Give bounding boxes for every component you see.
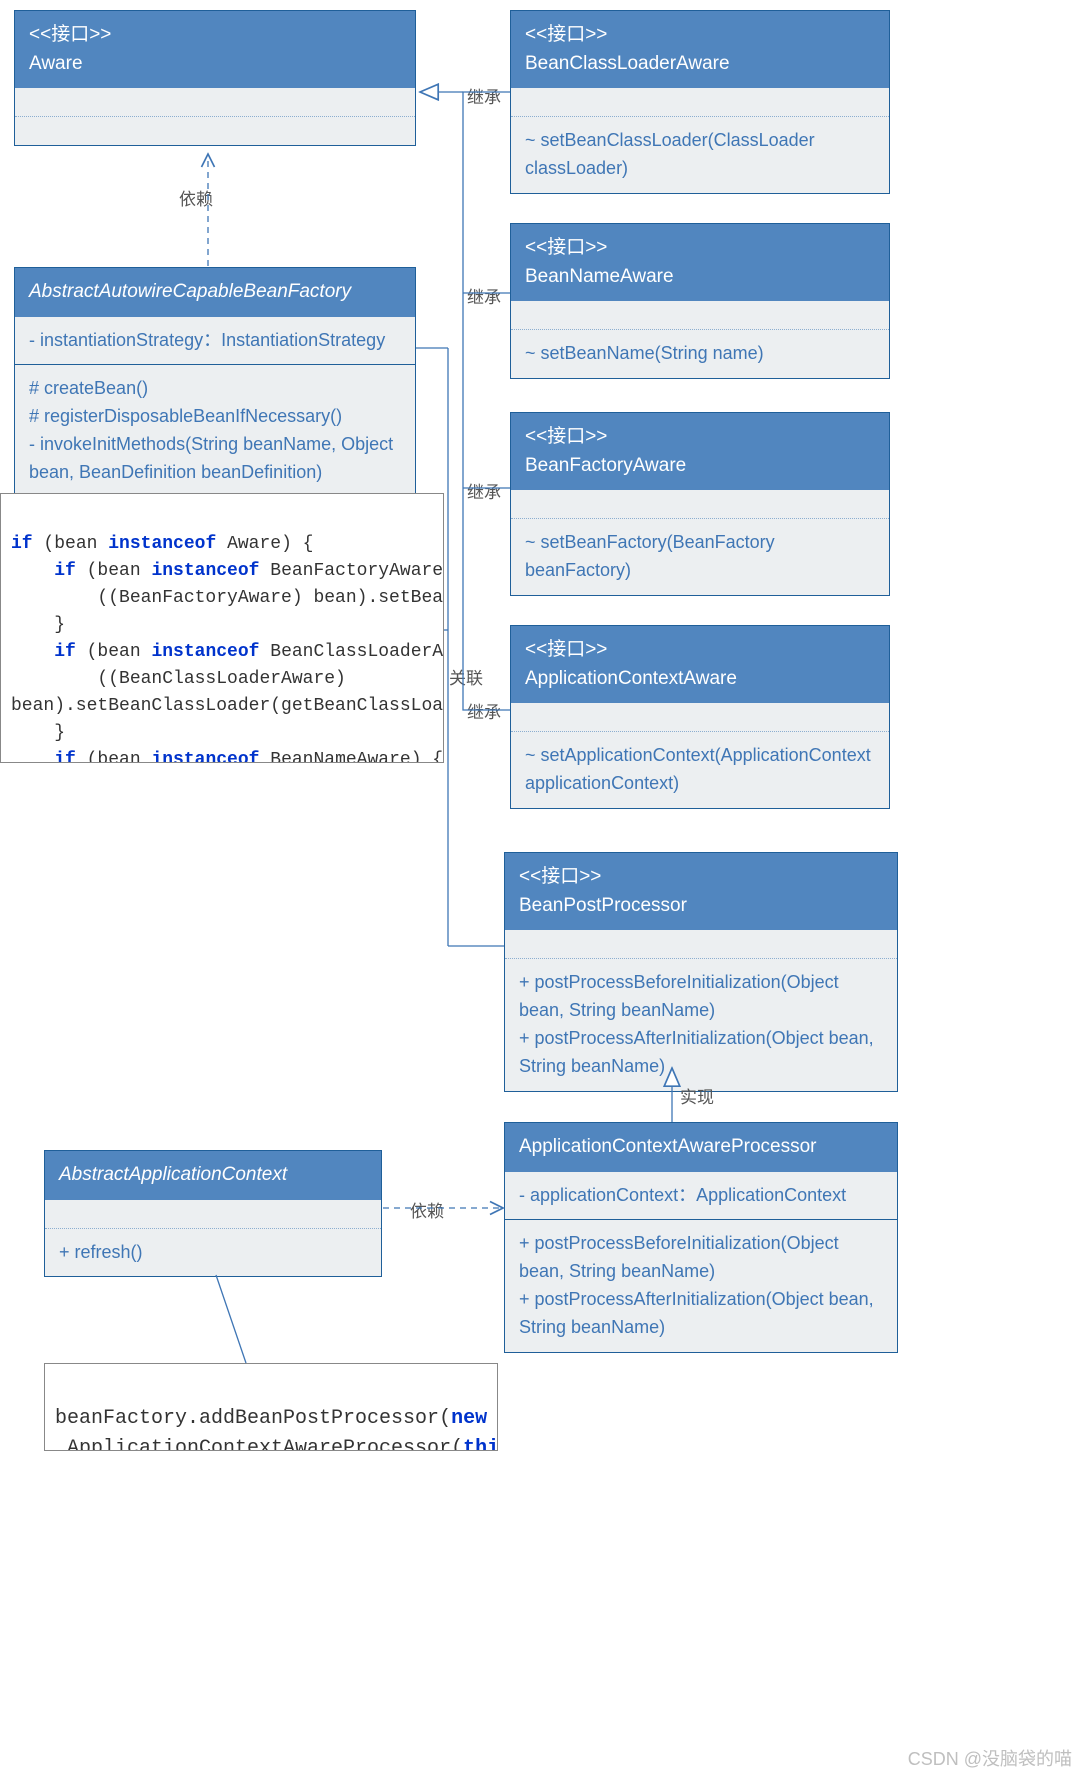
header: ApplicationContextAwareProcessor — [505, 1123, 897, 1172]
methods: + postProcessBeforeInitialization(Object… — [505, 1220, 897, 1352]
header: <<接口>> BeanFactoryAware — [511, 413, 889, 490]
class-name: ApplicationContextAwareProcessor — [519, 1136, 816, 1157]
stereotype: <<接口>> — [519, 863, 883, 892]
stereotype: <<接口>> — [29, 21, 401, 50]
methods: ~ setApplicationContext(ApplicationConte… — [511, 732, 889, 808]
empty-compartment — [511, 703, 889, 731]
class-name: AbstractApplicationContext — [59, 1164, 287, 1185]
header: <<接口>> BeanPostProcessor — [505, 853, 897, 930]
empty-compartment — [511, 490, 889, 518]
label-inherit: 继承 — [467, 83, 501, 108]
stereotype: <<接口>> — [525, 636, 875, 665]
label-depend: 依赖 — [410, 1197, 444, 1222]
class-name: BeanNameAware — [525, 266, 674, 287]
class-name: BeanPostProcessor — [519, 895, 687, 916]
attributes: - instantiationStrategy：InstantiationStr… — [15, 317, 415, 365]
label-assoc: 关联 — [449, 664, 483, 689]
method: # createBean() — [29, 375, 401, 403]
class-name: BeanFactoryAware — [525, 455, 686, 476]
uml-bean-class-loader-aware: <<接口>> BeanClassLoaderAware ~ setBeanCla… — [510, 10, 890, 194]
empty-compartment — [45, 1200, 381, 1228]
attributes: - applicationContext：ApplicationContext — [505, 1172, 897, 1220]
uml-aware: <<接口>> Aware — [14, 10, 416, 146]
label-inherit: 继承 — [467, 478, 501, 503]
uml-abstract-autowire-factory: AbstractAutowireCapableBeanFactory - ins… — [14, 267, 416, 498]
empty-compartment — [511, 301, 889, 329]
empty-compartment — [15, 88, 415, 116]
empty-compartment — [511, 88, 889, 116]
uml-aware-header: <<接口>> Aware — [15, 11, 415, 88]
uml-bean-post-processor: <<接口>> BeanPostProcessor + postProcessBe… — [504, 852, 898, 1092]
method: + postProcessBeforeInitialization(Object… — [519, 969, 883, 1025]
code-snippet-aware: if (bean instanceof Aware) { if (bean in… — [0, 493, 444, 763]
uml-abstract-application-context: AbstractApplicationContext + refresh() — [44, 1150, 382, 1277]
label-depend: 依赖 — [179, 185, 213, 210]
class-name: AbstractAutowireCapableBeanFactory — [29, 281, 351, 302]
class-name: ApplicationContextAware — [525, 668, 737, 689]
class-name: Aware — [29, 53, 83, 74]
method: + postProcessAfterInitialization(Object … — [519, 1286, 883, 1342]
stereotype: <<接口>> — [525, 234, 875, 263]
class-header: AbstractAutowireCapableBeanFactory — [15, 268, 415, 317]
methods: ~ setBeanName(String name) — [511, 330, 889, 378]
watermark: CSDN @没脑袋的喵 — [908, 1745, 1072, 1771]
stereotype: <<接口>> — [525, 21, 875, 50]
methods: # createBean() # registerDisposableBeanI… — [15, 365, 415, 497]
label-impl: 实现 — [680, 1083, 714, 1108]
uml-bean-factory-aware: <<接口>> BeanFactoryAware ~ setBeanFactory… — [510, 412, 890, 596]
method: # registerDisposableBeanIfNecessary() — [29, 403, 401, 431]
method: + postProcessBeforeInitialization(Object… — [519, 1230, 883, 1286]
header: <<接口>> ApplicationContextAware — [511, 626, 889, 703]
label-inherit: 继承 — [467, 283, 501, 308]
method: + postProcessAfterInitialization(Object … — [519, 1025, 883, 1081]
label-inherit: 继承 — [467, 698, 501, 723]
empty-compartment — [15, 117, 415, 145]
class-name: BeanClassLoaderAware — [525, 53, 730, 74]
methods: ~ setBeanFactory(BeanFactory beanFactory… — [511, 519, 889, 595]
uml-application-context-aware: <<接口>> ApplicationContextAware ~ setAppl… — [510, 625, 890, 809]
methods: ~ setBeanClassLoader(ClassLoader classLo… — [511, 117, 889, 193]
uml-bean-name-aware: <<接口>> BeanNameAware ~ setBeanName(Strin… — [510, 223, 890, 379]
uml-application-context-aware-processor: ApplicationContextAwareProcessor - appli… — [504, 1122, 898, 1353]
empty-compartment — [505, 930, 897, 958]
header: <<接口>> BeanNameAware — [511, 224, 889, 301]
header: AbstractApplicationContext — [45, 1151, 381, 1200]
code-snippet-add-post-processor: beanFactory.addBeanPostProcessor(new App… — [44, 1363, 498, 1451]
method: - invokeInitMethods(String beanName, Obj… — [29, 431, 401, 487]
stereotype: <<接口>> — [525, 423, 875, 452]
methods: + postProcessBeforeInitialization(Object… — [505, 959, 897, 1091]
header: <<接口>> BeanClassLoaderAware — [511, 11, 889, 88]
methods: + refresh() — [45, 1229, 381, 1277]
